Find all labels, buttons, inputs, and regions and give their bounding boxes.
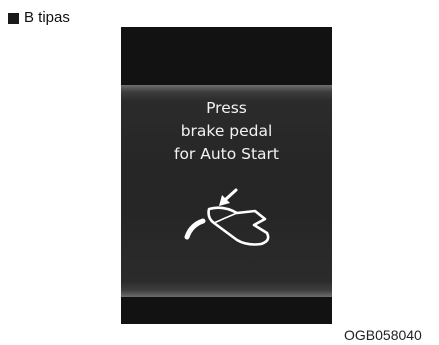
brake-pedal-press-icon — [184, 188, 270, 246]
message-line-3: for Auto Start — [173, 145, 280, 163]
section-heading: B tipas — [8, 9, 70, 27]
cluster-display: Press brake pedal for Auto Start — [121, 27, 332, 324]
message-line-1: Press — [206, 99, 247, 117]
message-line-2: brake pedal — [180, 122, 273, 140]
square-bullet-icon — [8, 12, 19, 24]
section-heading-label: B tipas — [24, 9, 70, 26]
figure-code: OGB058040 — [344, 327, 422, 343]
display-message: Press brake pedal for Auto Start — [121, 97, 332, 166]
